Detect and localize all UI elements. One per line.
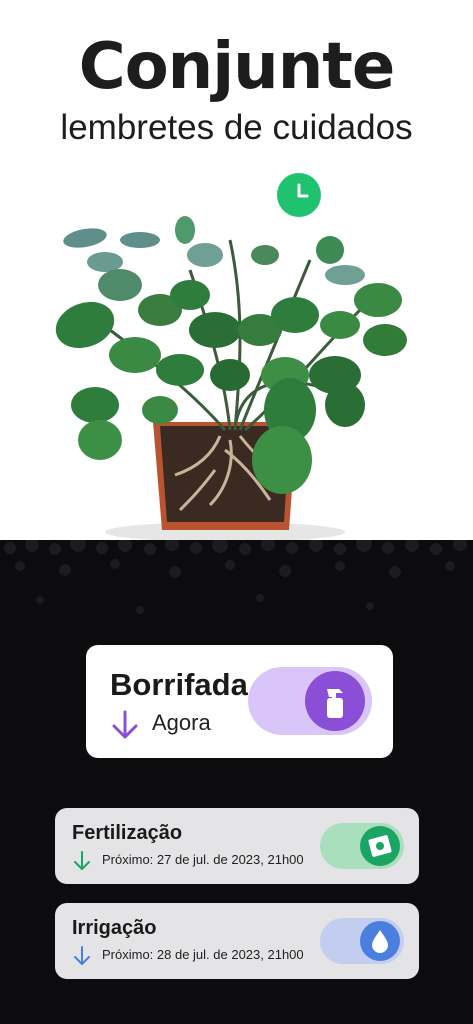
arrow-down-icon <box>112 710 138 739</box>
page-subtitle: lembretes de cuidados <box>60 108 413 147</box>
reminder-name: Irrigação <box>72 917 157 939</box>
potted-plant-illustration <box>55 216 407 542</box>
reminder-toggle[interactable] <box>248 667 372 735</box>
reminder-name: Fertilização <box>72 822 183 844</box>
arrow-down-icon <box>74 851 90 870</box>
water-drop-icon[interactable] <box>360 921 400 961</box>
reminder-when: Agora <box>152 710 211 735</box>
fertilizer-packet-icon[interactable] <box>360 826 400 866</box>
reminder-card-borrifada[interactable]: Borrifada Agora <box>86 645 393 758</box>
page-title: Conjunte <box>78 30 396 104</box>
reminder-next: Próximo: 28 de jul. de 2023, 21h00 <box>102 947 304 962</box>
arrow-down-icon <box>74 946 90 965</box>
spray-bottle-icon[interactable] <box>305 671 365 731</box>
reminder-card-irrigacao[interactable]: Irrigação Próximo: 28 de jul. de 2023, 2… <box>55 903 419 979</box>
reminder-name: Borrifada <box>110 667 248 702</box>
reminder-toggle[interactable] <box>320 918 404 964</box>
reminder-next: Próximo: 27 de jul. de 2023, 21h00 <box>102 852 304 867</box>
reminder-toggle[interactable] <box>320 823 404 869</box>
reminder-card-fertilizacao[interactable]: Fertilização Próximo: 27 de jul. de 2023… <box>55 808 419 884</box>
hero-header: Conjunte lembretes de cuidados <box>0 0 473 542</box>
